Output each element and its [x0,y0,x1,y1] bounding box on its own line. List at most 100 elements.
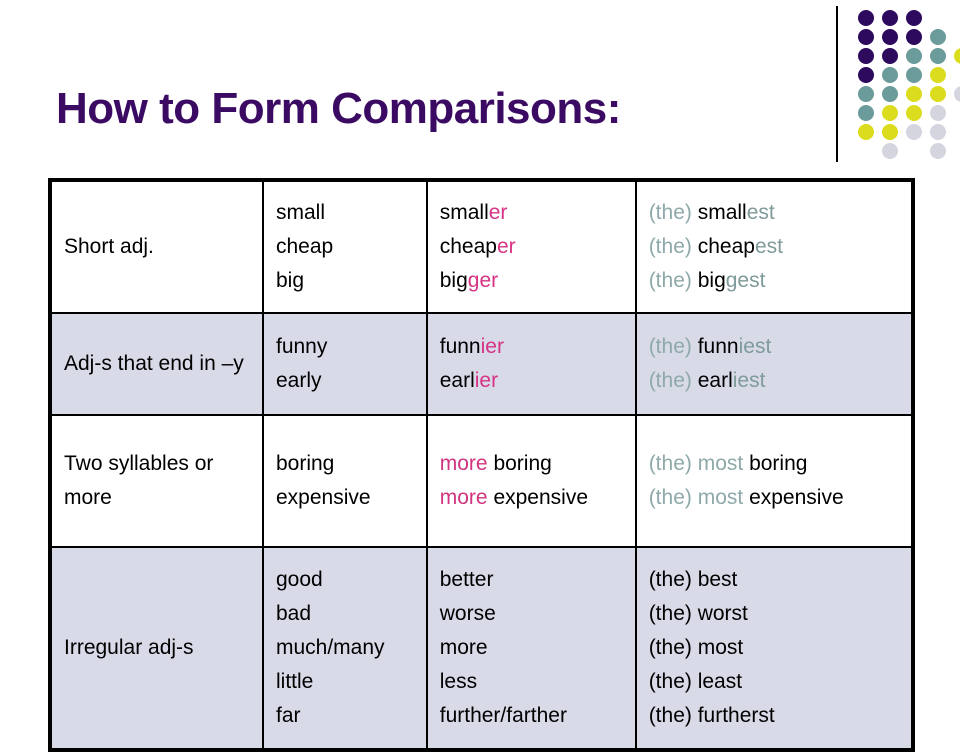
superlative-article: (the) [648,486,692,509]
decorative-dot [906,48,922,64]
superlative-suffix: iest [732,369,766,392]
comparative-suffix: ier [474,369,499,392]
comparative-suffix: er [488,200,508,224]
base-word: funny [275,334,328,358]
superlative-suffix: iest [738,334,772,358]
base-word: expensive [275,486,371,509]
decorative-dot [906,29,922,45]
superlative-word: (the) cheapest [649,230,901,264]
rule-label-text: Two syllables or more [64,451,214,509]
decorative-dot [858,124,874,140]
superlative-stem: small [697,200,747,224]
superlative-article: (the) [648,451,692,475]
rule-label-text: Irregular adj-s [64,635,194,659]
superlative-word: (the) furtherst [648,704,775,728]
base-cell-two-syllables: boring expensive [261,414,428,548]
decorative-dot [858,10,874,26]
superlative-article: (the) [648,369,692,392]
decorative-dot [882,29,898,45]
superlative-article: (the) [648,334,692,358]
decorative-dot [906,124,922,140]
superlative-suffix: est [754,234,783,258]
decorative-dot [882,86,898,102]
decorative-dot [858,105,874,121]
comparative-prefix: more [439,486,488,509]
comparative-word: worse [439,601,496,625]
decorative-dot [930,124,946,140]
table-body: Short adj. small cheap big smaller cheap… [49,179,915,751]
decorative-dot [930,105,946,121]
decorative-dot [906,67,922,83]
superlative-word: (the) least [648,670,743,693]
rule-cell-two-syllables: Two syllables or more [49,414,264,548]
base-word: bad [275,601,312,625]
comparative-stem: funn [439,334,481,358]
superlative-stem: cheap [697,234,755,258]
base-cell-short-adj: small cheap big [261,179,428,314]
decorative-dot [906,10,922,26]
superlative-word: (the) most boring [649,447,901,481]
comparative-stem: small [439,200,489,224]
comparative-cell-two-syllables: more boring more expensive [425,414,637,548]
superlative-article: (the) [648,234,692,258]
superlative-article: (the) [648,200,692,224]
comparative-word: smaller [440,196,625,230]
comparative-word: less [439,670,478,693]
decorative-dot [930,48,946,64]
base-word: small [275,200,325,224]
page-title: How to Form Comparisons: [56,84,621,133]
comparative-prefix: more [439,451,488,475]
rule-cell-adj-ending-y: Adj-s that end in –y [49,312,264,416]
comparative-suffix: ger [467,269,499,292]
comparative-word: cheaper [440,230,625,264]
decorative-dot [882,10,898,26]
superlative-word: (the) funniest [649,330,901,364]
decorative-dot [954,48,960,64]
table-row-two-syllables: Two syllables or more boring expensive m… [49,414,915,548]
superlative-cell-adj-ending-y: (the) funniest (the) earliest [634,312,915,416]
vertical-rule-divider [836,6,838,162]
superlative-stem: funn [697,334,739,358]
comparative-word: earlier [440,364,625,398]
comparative-word: further/farther [439,704,567,728]
decorative-dot [906,105,922,121]
comparative-cell-short-adj: smaller cheaper bigger [425,179,637,314]
decorative-dot [906,86,922,102]
decorative-dot [930,29,946,45]
comparative-stem: cheap [439,234,497,258]
decorative-dot [858,67,874,83]
table-row-adj-ending-y: Adj-s that end in –y funny early funnier… [49,312,915,416]
base-word: little [275,670,314,693]
decorative-dot [882,124,898,140]
superlative-cell-two-syllables: (the) most boring (the) most expensive [634,414,915,548]
superlative-most: most [697,486,744,509]
rule-label-text: Short adj. [64,234,154,258]
comparative-suffix: er [496,234,516,258]
superlative-stem: big [697,269,726,292]
decorative-dot [930,67,946,83]
base-cell-adj-ending-y: funny early [261,312,428,416]
decorative-dot [930,143,946,159]
decorative-dot [858,29,874,45]
comparative-stem: earl [439,369,475,392]
decorative-dot [930,86,946,102]
superlative-stem: boring [749,451,808,475]
superlative-word: (the) biggest [649,264,901,298]
comparative-cell-adj-ending-y: funnier earlier [425,312,637,416]
base-word: boring [275,451,335,475]
superlative-word: (the) most [648,635,744,659]
superlative-cell-short-adj: (the) smallest (the) cheapest (the) bigg… [634,179,915,314]
base-word: far [275,704,301,728]
superlative-word: (the) best [648,567,738,591]
comparisons-table: Short adj. small cheap big smaller cheap… [48,178,915,752]
comparative-word: more boring [440,447,625,481]
base-word: cheap [275,234,334,258]
superlative-word: (the) most expensive [649,481,901,515]
comparative-word: more [439,635,488,659]
base-word: good [275,567,323,591]
superlative-suffix: est [746,200,775,224]
decorative-dot [954,86,960,102]
comparative-suffix: ier [480,334,504,358]
decorative-dot [882,48,898,64]
comparative-word: bigger [440,264,625,298]
